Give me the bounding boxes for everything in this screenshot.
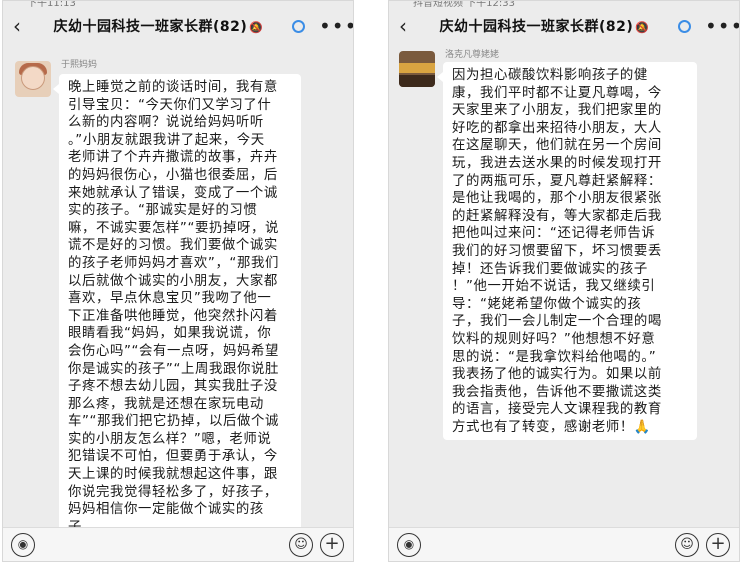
message-line: 以后就做个诚实的小朋友，大家都 <box>68 273 278 289</box>
message-line: 妈妈相信你一定能做个诚实的孩 <box>68 502 264 518</box>
message-line: 晚上睡觉之前的谈话时间，我有意 <box>68 80 278 95</box>
status-bar: 抖音短视频 下午12:33 <box>413 1 515 9</box>
message-line: 天家里来了小朋友，我们把家里的 <box>452 103 662 119</box>
message-bubble[interactable]: 晚上睡觉之前的谈话时间，我有意 引导宝贝：“今天你们又学习了什 么新的内容啊？说说给… <box>53 74 301 541</box>
message-line: 来她就承认了错误，变成了一个诚 <box>68 185 278 201</box>
message-line: 我表扬了他的诚实行为。如果以前 <box>452 367 662 383</box>
message-line: 你是诚实的孩子”“上周我跟你说肚 <box>68 361 279 377</box>
sender-name: 洛克凡尊姥姥 <box>445 50 500 60</box>
message-line: 犯错误不可怕，但要勇于承认，今 <box>68 449 278 465</box>
message-line: 的妈妈很伤心，小猫也很委屈，后 <box>68 167 278 183</box>
message-line: 下正准备哄他睡觉，他突然扑闪着 <box>68 308 278 324</box>
group-title: 庆幼十园科技一班家长群(82) 🔕 <box>417 16 672 36</box>
voice-icon[interactable]: ◉ <box>11 533 35 557</box>
nav-bar: ‹ 庆幼十园科技一班家长群(82) 🔕 ••• <box>3 9 353 43</box>
more-icon[interactable]: ••• <box>705 9 739 43</box>
chat-screen-right: 抖音短视频 下午12:33 ‹ 庆幼十园科技一班家长群(82) 🔕 ••• 洛克凡… <box>388 0 740 562</box>
message-line: 饮料的规则好吗？”他想想不好意 <box>452 331 656 347</box>
message-line: 眼睛看我“妈妈，如果我说谎，你 <box>68 326 272 342</box>
message-line: 的赶紧解释没有，等大家都走后我 <box>452 208 662 224</box>
message-line: 车”“那我们把它扔掉，以后做个诚 <box>68 414 279 430</box>
message-line: 谎不是好的习惯。我们要做个诚实 <box>68 238 278 254</box>
message-line: 是他让我喝的，那个小朋友很紧张 <box>452 191 662 207</box>
message-line: 我会指责他，告诉他不要撒谎这类 <box>452 384 662 400</box>
message-line: 掉！还告诉我们要做诚实的孩子 <box>452 261 648 277</box>
message-line: 子疼不想去幼儿园，其实我肚子没 <box>68 379 278 395</box>
live-ring-icon[interactable] <box>292 19 305 33</box>
message-line: 的语言，接受完人文课程我的教育 <box>452 402 662 418</box>
message-line: 喜欢，早点休息宝贝”我吻了他一 <box>68 291 272 307</box>
message-line: 老师讲了个卉卉撒谎的故事，卉卉 <box>68 150 278 166</box>
plus-icon[interactable]: + <box>320 533 344 557</box>
screenshot-pair: 下午11:13 ‹ 庆幼十园科技一班家长群(82) 🔕 ••• 于熙妈妈 晚上睡觉… <box>0 0 747 562</box>
message-line: 了的两瓶可乐，夏凡尊赶紧解释： <box>452 173 662 189</box>
group-title: 庆幼十园科技一班家长群(82) 🔕 <box>31 16 286 36</box>
message-line: 思的说：“是我拿饮料给他喝的。” <box>452 349 657 365</box>
message-line: 因为担心碳酸饮料影响孩子的健 <box>452 68 648 83</box>
live-ring-icon[interactable] <box>678 19 691 33</box>
group-title-text: 庆幼十园科技一班家长群(82) <box>53 19 248 35</box>
group-title-text: 庆幼十园科技一班家长群(82) <box>439 19 634 35</box>
plus-icon[interactable]: + <box>706 533 730 557</box>
message-line: 导：“姥姥希望你做个诚实的孩 <box>452 296 642 312</box>
emoji-icon[interactable]: ☺ <box>289 533 313 557</box>
message-bubble[interactable]: 因为担心碳酸饮料影响孩子的健 康，我们平时都不让夏凡尊喝，今 天家里来了小朋友，我们… <box>437 62 697 441</box>
mute-icon: 🔕 <box>249 21 264 34</box>
message-line: 引导宝贝：“今天你们又学习了什 <box>68 97 272 113</box>
message-line: 子，我们一会儿制定一个合理的喝 <box>452 314 662 330</box>
message-line: 好吃的都拿出来招待小朋友，大人 <box>452 120 662 136</box>
message-line: 玩，我进去送水果的时候发现打开 <box>452 155 662 171</box>
chat-screen-left: 下午11:13 ‹ 庆幼十园科技一班家长群(82) 🔕 ••• 于熙妈妈 晚上睡觉… <box>2 0 354 562</box>
message-line: 。”小朋友就跟我讲了起来，今天 <box>68 132 265 148</box>
message-line: 实的孩子。“那诚实是好的习惯 <box>68 203 258 219</box>
more-icon[interactable]: ••• <box>319 9 353 43</box>
voice-icon[interactable]: ◉ <box>397 533 421 557</box>
message-line: 么新的内容啊？说说给妈妈听听 <box>68 115 264 131</box>
message-line: 方式也有了转变，感谢老师！🙏 <box>452 419 652 435</box>
input-bar: ◉ ☺ + <box>389 527 739 561</box>
avatar[interactable] <box>399 51 435 87</box>
message-line: ！”他一开始不说话，我又继续引 <box>452 279 656 295</box>
avatar[interactable] <box>15 61 51 97</box>
nav-bar: ‹ 庆幼十园科技一班家长群(82) 🔕 ••• <box>389 9 739 43</box>
mute-icon: 🔕 <box>635 21 650 34</box>
emoji-icon[interactable]: ☺ <box>675 533 699 557</box>
message-line: 嘛，不诚实要怎样”“要扔掉呀，说 <box>68 220 279 236</box>
message-line: 在这屋聊天，他们就在另一个房间 <box>452 138 662 154</box>
message-line: 会伤心吗”“会有一点呀，妈妈希望 <box>68 343 279 359</box>
message-line: 那么疼，我就是还想在家玩电动 <box>68 396 264 412</box>
message-line: 天上课的时候我就想起这件事，跟 <box>68 467 278 483</box>
message-line: 把他叫过来问：“还记得老师告诉 <box>452 226 656 242</box>
message-line: 我们的好习惯要留下，坏习惯要丢 <box>452 243 662 259</box>
message-line: 实的小朋友怎么样？”嗯，老师说 <box>68 431 272 447</box>
back-icon[interactable]: ‹ <box>3 9 31 43</box>
message-line: 你说完我觉得轻松多了，好孩子， <box>68 484 278 500</box>
status-bar: 下午11:13 <box>27 1 76 9</box>
sender-name: 于熙妈妈 <box>61 60 98 70</box>
message-line: 的孩子老师妈妈才喜欢”，“那我们 <box>68 255 279 271</box>
message-line: 康，我们平时都不让夏凡尊喝，今 <box>452 85 662 101</box>
back-icon[interactable]: ‹ <box>389 9 417 43</box>
input-bar: ◉ ☺ + <box>3 527 353 561</box>
